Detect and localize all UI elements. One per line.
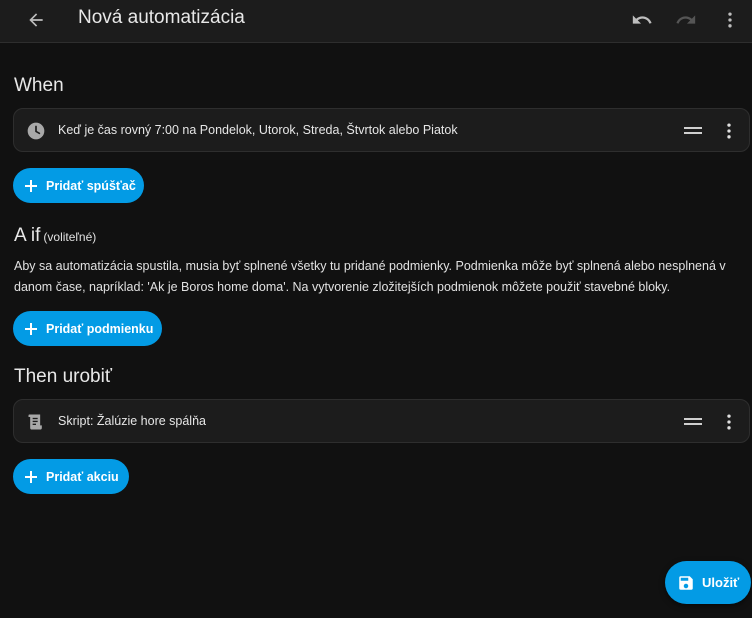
- drag-handle-icon[interactable]: [682, 412, 704, 432]
- conditions-description: Aby sa automatizácia spustila, musia byť…: [14, 259, 726, 294]
- back-button[interactable]: [22, 6, 50, 34]
- redo-button[interactable]: [672, 6, 700, 34]
- add-action-label: Pridať akciu: [46, 469, 119, 484]
- when-heading: When: [14, 75, 64, 96]
- add-condition-button[interactable]: Pridať podmienku: [13, 311, 162, 346]
- trigger-text: Keď je čas rovný 7:00 na Pondelok, Utoro…: [58, 123, 458, 137]
- then-heading: Then urobiť: [14, 366, 112, 387]
- page-title: Nová automatizácia: [78, 7, 245, 28]
- add-condition-label: Pridať podmienku: [46, 321, 154, 336]
- plus-icon: [23, 320, 39, 338]
- action-card[interactable]: Skript: Žalúzie hore spálňa: [13, 399, 750, 443]
- trigger-more-button[interactable]: [717, 119, 741, 143]
- save-button[interactable]: Uložiť: [665, 561, 751, 604]
- drag-handle-icon[interactable]: [682, 121, 704, 141]
- clock-icon: [25, 120, 47, 142]
- action-text: Skript: Žalúzie hore spálňa: [58, 414, 206, 428]
- script-icon: [25, 411, 47, 433]
- back-arrow-icon: [29, 13, 43, 27]
- overflow-menu-button[interactable]: [716, 6, 744, 34]
- redo-icon: [676, 15, 696, 24]
- save-icon: [676, 573, 696, 593]
- undo-icon: [632, 15, 652, 24]
- add-trigger-label: Pridať spúšťač: [46, 178, 136, 193]
- top-app-bar: Nová automatizácia: [0, 0, 752, 43]
- add-trigger-button[interactable]: Pridať spúšťač: [13, 168, 144, 203]
- save-label: Uložiť: [702, 575, 740, 590]
- aif-heading-text: A if: [14, 225, 41, 246]
- optional-label: (voliteľné): [43, 230, 97, 244]
- more-vert-icon: [727, 414, 731, 430]
- undo-button[interactable]: [628, 6, 656, 34]
- trigger-card[interactable]: Keď je čas rovný 7:00 na Pondelok, Utoro…: [13, 108, 750, 152]
- plus-icon: [23, 468, 39, 486]
- aif-heading: A if (voliteľné): [14, 225, 96, 247]
- plus-icon: [23, 177, 39, 195]
- add-action-button[interactable]: Pridať akciu: [13, 459, 129, 494]
- more-vert-icon: [728, 12, 732, 28]
- more-vert-icon: [727, 123, 731, 139]
- action-more-button[interactable]: [717, 410, 741, 434]
